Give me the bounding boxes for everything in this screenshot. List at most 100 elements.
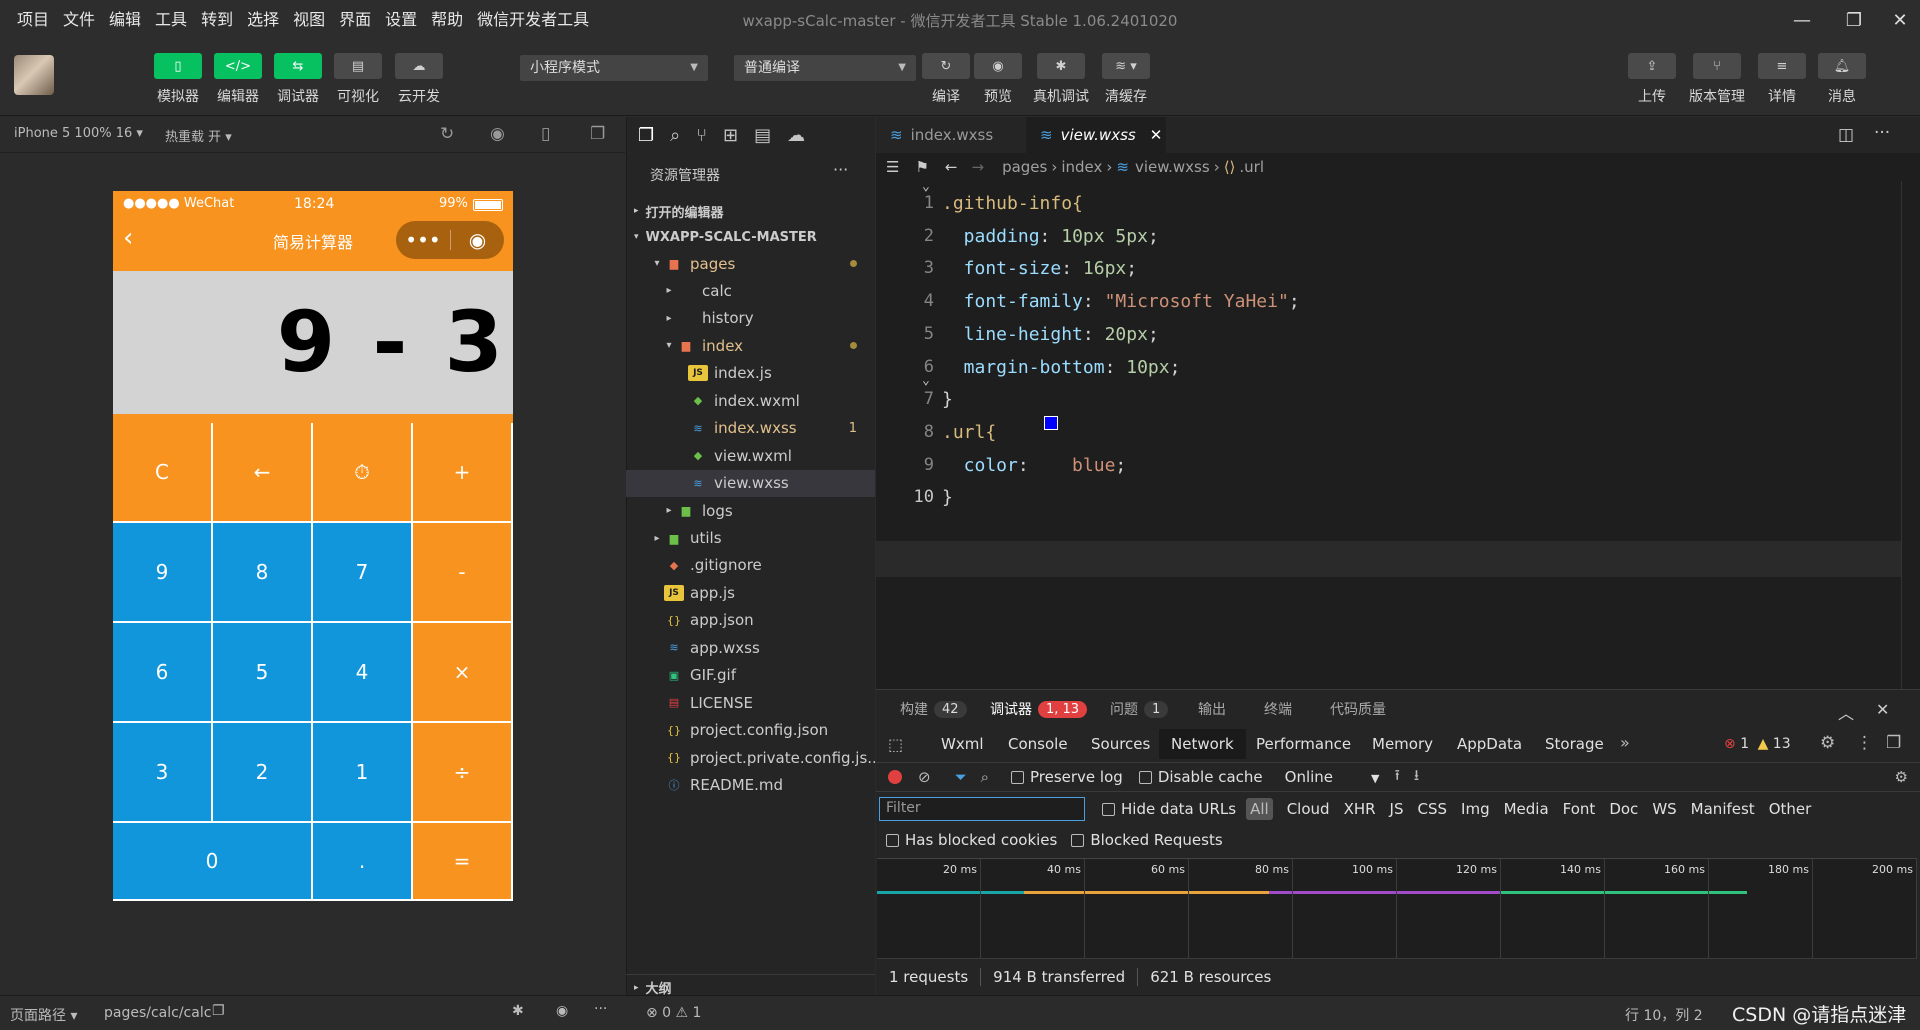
copy-icon[interactable]: ❐ xyxy=(212,1003,225,1019)
filter-type-ws[interactable]: WS xyxy=(1652,800,1676,818)
filter-type-all[interactable]: All xyxy=(1246,798,1273,820)
file-item[interactable]: ◆ .gitignore xyxy=(626,552,875,579)
forward-arrow-icon[interactable]: → xyxy=(971,158,984,176)
fold-icon[interactable]: ⌄ xyxy=(922,373,930,388)
export-icon[interactable]: ⭳ xyxy=(1414,765,1419,790)
mode-select[interactable]: 小程序模式 ▼ xyxy=(520,55,708,81)
tab-sources[interactable]: Sources xyxy=(1079,729,1162,759)
menu-item[interactable]: 工具 xyxy=(148,8,194,32)
menu-item[interactable]: 项目 xyxy=(10,8,56,32)
calc-key[interactable]: 6 xyxy=(113,623,213,723)
file-item[interactable]: {} app.json xyxy=(626,607,875,634)
file-item[interactable]: ≋ view.wxss xyxy=(626,469,875,497)
file-item[interactable]: ≋ app.wxss xyxy=(626,634,875,661)
messages-button[interactable]: 🔔︎ 消息 xyxy=(1812,53,1872,106)
tab-index-wxss[interactable]: ≋ index.wxss xyxy=(876,117,1026,153)
file-item[interactable]: {} project.config.json xyxy=(626,717,875,744)
menu-item[interactable]: 文件 xyxy=(56,8,102,32)
more-icon[interactable]: ••• xyxy=(396,228,450,252)
file-item[interactable]: ◆ index.wxml xyxy=(626,387,875,414)
breadcrumb-pages[interactable]: pages xyxy=(1002,158,1047,176)
file-item[interactable]: ≋ index.wxss 1 xyxy=(626,415,875,442)
details-button[interactable]: ≡ 详情 xyxy=(1752,53,1812,106)
menu-item[interactable]: 帮助 xyxy=(424,8,470,32)
reload-icon[interactable]: ↻ xyxy=(440,124,454,144)
maximize-icon[interactable]: ❐ xyxy=(1838,6,1870,34)
problems-indicator[interactable]: ⊗ 0 ⚠ 1 xyxy=(646,1005,701,1021)
files-icon[interactable]: ❐ xyxy=(638,125,654,146)
close-tab-icon[interactable]: ✕ xyxy=(1150,126,1163,144)
filter-icon[interactable]: ⏷ xyxy=(955,768,967,786)
extensions-icon[interactable]: ⊞ xyxy=(723,125,738,146)
calc-key[interactable]: - xyxy=(413,523,513,623)
close-capsule-icon[interactable]: ◉ xyxy=(451,228,504,252)
calc-key[interactable]: 9 xyxy=(113,523,213,623)
panel-tab[interactable]: 输出 xyxy=(1198,689,1226,729)
split-editor-icon[interactable]: ◫ xyxy=(1838,125,1854,145)
upload-button[interactable]: ⇪ 上传 xyxy=(1622,53,1682,106)
editor-button[interactable]: </> 编辑器 xyxy=(208,53,268,106)
chevron-up-icon[interactable]: ︿ xyxy=(1838,700,1854,724)
throttle-select[interactable]: Online ▼ xyxy=(1285,768,1381,786)
file-item[interactable]: ▤ LICENSE xyxy=(626,689,875,716)
record-icon[interactable] xyxy=(888,770,902,784)
version-button[interactable]: ⑂ 版本管理 xyxy=(1687,53,1747,106)
disable-cache-checkbox[interactable]: Disable cache xyxy=(1138,768,1263,786)
stop-icon[interactable]: ◉ xyxy=(490,124,505,144)
calc-key[interactable]: C xyxy=(113,423,213,523)
avatar[interactable] xyxy=(14,55,54,95)
file-item[interactable]: ▣ GIF.gif xyxy=(626,662,875,689)
breadcrumb-file[interactable]: view.wxss xyxy=(1135,158,1210,176)
blocked-cookies-checkbox[interactable]: Has blocked cookies xyxy=(886,831,1057,849)
popout-icon[interactable]: ❐ xyxy=(590,124,605,144)
back-arrow-icon[interactable]: ← xyxy=(945,158,958,176)
filter-type-cloud[interactable]: Cloud xyxy=(1287,800,1330,818)
calc-key[interactable]: 5 xyxy=(213,623,313,723)
folder-item[interactable]: ▾ ▆ pages xyxy=(626,250,875,277)
tab-console[interactable]: Console xyxy=(996,729,1080,759)
compile-button[interactable]: ↻ 编译 xyxy=(916,53,976,106)
preview-button[interactable]: ◉ 预览 xyxy=(968,53,1028,106)
folder-item[interactable]: ▸ ▆ history xyxy=(626,305,875,332)
filter-type-doc[interactable]: Doc xyxy=(1609,800,1638,818)
bookmark-icon[interactable]: ⚑ xyxy=(915,158,928,176)
filter-type-js[interactable]: JS xyxy=(1390,800,1404,818)
more-actions-icon[interactable]: ··· xyxy=(833,160,848,179)
file-item[interactable]: JS app.js xyxy=(626,579,875,606)
outline-icon[interactable]: ▤ xyxy=(754,125,771,146)
filter-type-css[interactable]: CSS xyxy=(1418,800,1448,818)
menu-item[interactable]: 微信开发者工具 xyxy=(470,8,596,32)
issue-counter[interactable]: ⊗ 1 ▲ 13 xyxy=(1724,736,1791,752)
hide-data-urls-checkbox[interactable]: Hide data URLs xyxy=(1102,800,1236,818)
tab-wxml[interactable]: Wxml xyxy=(929,729,996,759)
calc-key[interactable]: 1 xyxy=(313,723,413,823)
calc-key[interactable]: = xyxy=(413,823,513,901)
file-item[interactable]: {} project.private.config.js... xyxy=(626,744,875,771)
debugger-button[interactable]: ⇆ 调试器 xyxy=(268,53,328,106)
minimize-icon[interactable]: — xyxy=(1786,6,1818,34)
tab-storage[interactable]: Storage xyxy=(1533,729,1616,759)
dock-icon[interactable]: ❐ xyxy=(1886,733,1901,753)
inspect-icon[interactable]: ⬚ xyxy=(888,735,903,754)
docker-icon[interactable]: ☁ xyxy=(787,125,805,146)
kebab-icon[interactable]: ⋮ xyxy=(1856,733,1873,753)
calc-key[interactable]: + xyxy=(413,423,513,523)
filter-input[interactable]: Filter xyxy=(879,797,1085,821)
more-icon[interactable]: ··· xyxy=(1874,123,1890,143)
list-icon[interactable]: ☰ xyxy=(886,158,899,176)
calc-key[interactable]: ← xyxy=(213,423,313,523)
folder-item[interactable]: ▾ ▆ index xyxy=(626,332,875,359)
file-item[interactable]: JS index.js xyxy=(626,360,875,387)
calc-key[interactable]: × xyxy=(413,623,513,723)
filter-type-media[interactable]: Media xyxy=(1504,800,1549,818)
more-tabs-icon[interactable]: » xyxy=(1620,733,1630,752)
menu-item[interactable]: 视图 xyxy=(286,8,332,32)
close-window-icon[interactable]: ✕ xyxy=(1884,6,1916,34)
clear-icon[interactable]: ⊘ xyxy=(918,768,931,786)
calc-key[interactable]: ⏱ xyxy=(313,423,413,523)
menu-item[interactable]: 编辑 xyxy=(102,8,148,32)
panel-tab[interactable]: 代码质量 xyxy=(1330,689,1386,729)
calc-key[interactable]: 3 xyxy=(113,723,213,823)
panel-tab[interactable]: 问题 1 xyxy=(1110,689,1169,729)
debug-icon[interactable]: ✱ xyxy=(512,1003,524,1019)
